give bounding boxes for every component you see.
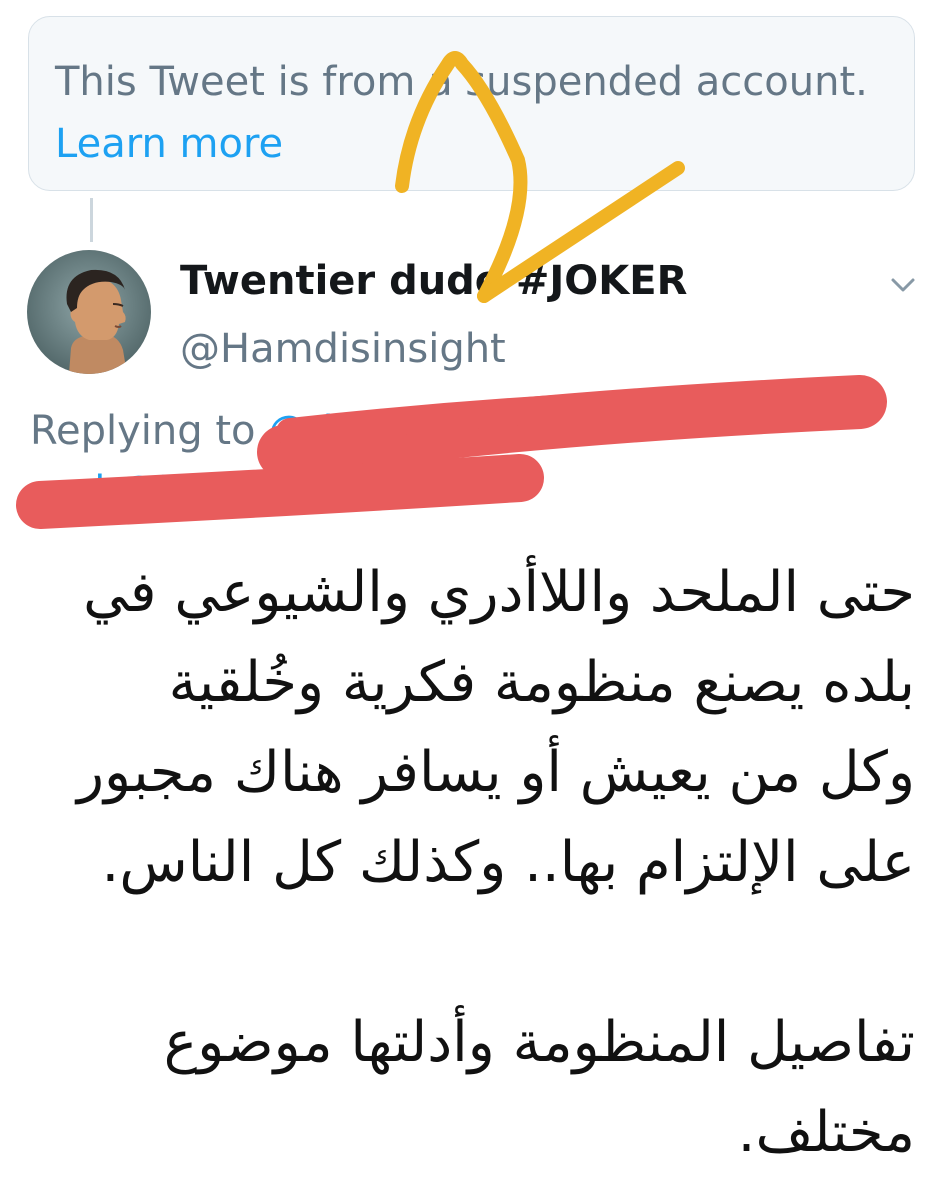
profile-portrait-icon (27, 250, 151, 374)
tweet-text: حتى الملحد واللاأدري والشيوعي في بلده يص… (25, 548, 915, 1178)
chevron-down-icon[interactable] (886, 270, 920, 300)
tweet-line: على الإلتزام بها.. وكذلك كل الناس. (101, 830, 915, 895)
tweet-line: حتى الملحد واللاأدري والشيوعي في (83, 560, 915, 625)
reply-mention-link[interactable]: @dark1 (268, 408, 423, 454)
tweet-line: تفاصيل المنظومة وأدلتها موضوع (163, 1010, 915, 1075)
tweet-line: مختلف. (737, 1100, 915, 1165)
learn-more-link[interactable]: Learn more (55, 121, 283, 167)
suspended-notice-text: This Tweet is from a suspended account. (55, 59, 868, 105)
replying-to-label: Replying to (30, 408, 256, 454)
suspended-tweet-notice: This Tweet is from a suspended account. … (28, 16, 915, 191)
tweet-line: وكل من يعيش أو يسافر هناك مجبور (77, 740, 915, 805)
reply-mentions-line2[interactable]: and @N (30, 468, 188, 514)
author-handle[interactable]: @Hamdisinsight (180, 326, 506, 372)
thread-connector-line (90, 198, 93, 242)
tweet-line: بلده يصنع منظومة فكرية وخُلقية (168, 650, 915, 715)
avatar[interactable] (27, 250, 151, 374)
author-display-name[interactable]: Twentier dude #JOKER (180, 258, 687, 304)
replying-to-line: Replying to @dark1 (30, 408, 423, 454)
